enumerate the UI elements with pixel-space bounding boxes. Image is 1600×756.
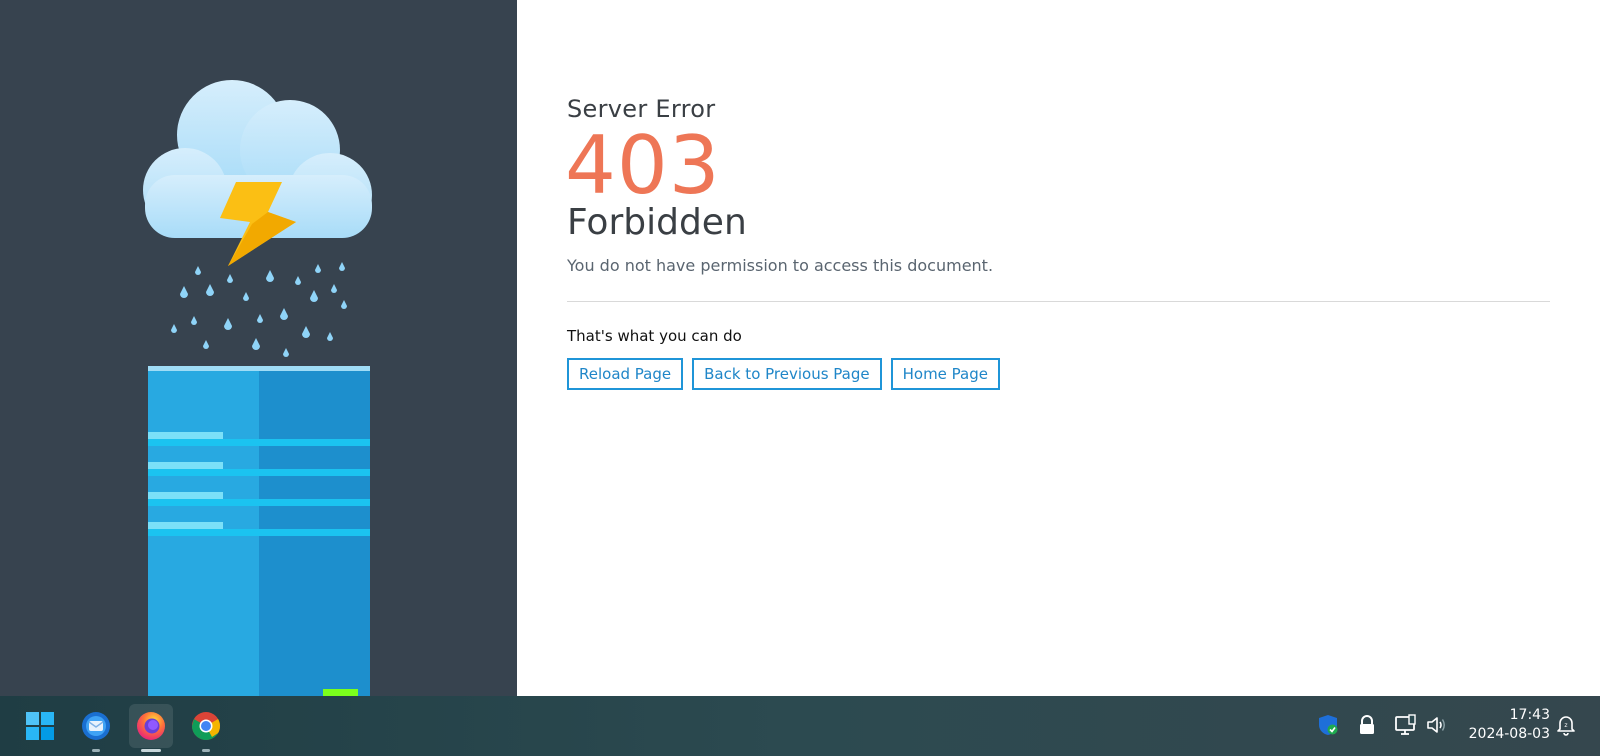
error-title: Forbidden xyxy=(567,202,747,243)
taskbar-thunderbird[interactable] xyxy=(74,704,118,752)
clock-date: 2024-08-03 xyxy=(1468,726,1550,742)
svg-text:z: z xyxy=(1564,722,1567,729)
home-page-button[interactable]: Home Page xyxy=(890,358,1000,390)
lock-tray-button[interactable] xyxy=(1354,712,1380,738)
error-description: You do not have permission to access thi… xyxy=(567,256,994,275)
error-code: 403 xyxy=(565,119,721,212)
screen: Server Error 403 Forbidden You do not ha… xyxy=(0,0,1600,756)
running-indicator xyxy=(92,749,100,752)
illustration-panel xyxy=(0,0,517,696)
error-content: Server Error 403 Forbidden You do not ha… xyxy=(565,0,1550,696)
back-to-previous-page-button[interactable]: Back to Previous Page xyxy=(692,358,882,390)
options-label: That's what you can do xyxy=(567,327,742,345)
security-tray-button[interactable] xyxy=(1315,712,1341,738)
taskbar-clock[interactable]: 17:43 2024-08-03 xyxy=(1469,706,1550,744)
reload-page-button[interactable]: Reload Page xyxy=(567,358,684,390)
taskbar-firefox[interactable] xyxy=(129,704,173,752)
taskbar: 17:43 2024-08-03 z xyxy=(0,696,1600,756)
clock-time: 17:43 xyxy=(1509,707,1550,723)
volume-icon xyxy=(1427,717,1445,733)
network-tray-button[interactable] xyxy=(1393,712,1419,738)
lock-icon xyxy=(1360,715,1374,734)
notification-tray-button[interactable]: z xyxy=(1553,712,1579,738)
notification-icon: z xyxy=(1557,716,1575,736)
firefox-icon xyxy=(137,712,165,740)
start-button[interactable] xyxy=(18,704,62,748)
chrome-icon xyxy=(192,712,220,740)
divider xyxy=(567,301,1550,302)
action-buttons: Reload Page Back to Previous Page Home P… xyxy=(567,358,1000,390)
active-indicator xyxy=(141,749,161,752)
security-shield-icon xyxy=(1319,715,1338,735)
running-indicator xyxy=(202,749,210,752)
start-icon xyxy=(26,712,54,740)
raindrops-icon xyxy=(171,262,347,357)
network-icon xyxy=(1395,714,1416,735)
taskbar-chrome[interactable] xyxy=(184,704,228,752)
thunderbird-icon xyxy=(82,712,110,740)
server-icon xyxy=(148,366,370,696)
volume-tray-button[interactable] xyxy=(1423,712,1449,738)
